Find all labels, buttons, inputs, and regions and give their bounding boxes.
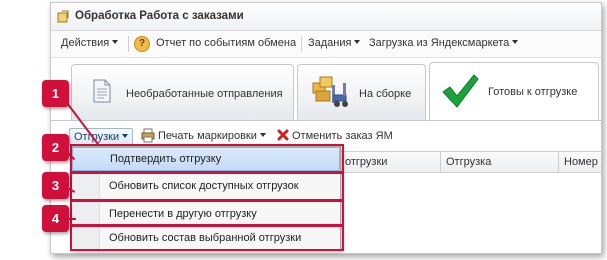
callout-badge-4: 4 [42, 205, 69, 232]
green-checkmark-icon [442, 74, 479, 108]
window-title: Обработка Работа с заказами [75, 10, 244, 22]
title-bar: Обработка Работа с заказами [51, 3, 601, 31]
forklift-boxes-icon [312, 76, 348, 107]
highlight-box-2 [70, 144, 344, 173]
menu-actions[interactable]: Действия [61, 37, 119, 49]
help-icon[interactable]: ? [134, 36, 150, 52]
print-labels-label: Печать маркировки [158, 130, 257, 142]
chevron-down-icon [122, 134, 129, 138]
chevron-down-icon [259, 133, 266, 137]
menu-separator [128, 36, 129, 52]
printer-icon[interactable] [141, 128, 155, 143]
column-separator [558, 152, 559, 172]
chevron-down-icon [112, 40, 119, 44]
print-labels-button[interactable]: Печать маркировки [158, 130, 266, 142]
tab-assembly-label: На сборке [359, 88, 412, 100]
callout-badge-1: 1 [42, 80, 69, 107]
tab-strip-border [51, 120, 601, 121]
app-icon [57, 10, 69, 23]
callout-badge-2: 2 [42, 134, 69, 161]
tab-unprocessed-label: Необработанные отправления [126, 88, 283, 100]
menu-yandex-load-label: Загрузка из Яндексмаркета [369, 37, 510, 49]
cancel-x-icon[interactable] [277, 129, 289, 141]
tab-ready-to-ship[interactable]: Готовы к отгрузке [429, 62, 599, 121]
menu-tasks[interactable]: Задания [308, 37, 361, 49]
highlight-box-3 [70, 172, 344, 201]
chevron-down-icon [354, 40, 361, 44]
menu-separator [301, 36, 302, 52]
menu-tasks-label: Задания [308, 37, 352, 49]
cancel-order-button[interactable]: Отменить заказ ЯМ [292, 130, 393, 142]
column-separator [440, 152, 441, 172]
document-icon [93, 79, 111, 103]
highlight-box-4 [70, 200, 344, 227]
menu-bar: Действия ? Отчет по событиям обмена Зада… [51, 31, 601, 58]
chevron-down-icon [512, 40, 519, 44]
column-header-shipment[interactable]: Отгрузка [446, 156, 491, 168]
tab-ready-label: Готовы к отгрузке [488, 86, 578, 98]
menu-yandex-load[interactable]: Загрузка из Яндексмаркета [369, 37, 519, 49]
menu-events-report[interactable]: Отчет по событиям обмена [156, 37, 296, 49]
highlight-box-5 [70, 224, 344, 251]
menu-actions-label: Действия [61, 37, 110, 49]
callout-badge-3: 3 [42, 172, 69, 199]
column-header-number[interactable]: Номер [564, 156, 598, 168]
tab-assembly[interactable]: На сборке [297, 64, 426, 120]
tab-unprocessed[interactable]: Необработанные отправления [71, 64, 294, 120]
column-header-shipments[interactable]: отгрузки [345, 156, 387, 168]
